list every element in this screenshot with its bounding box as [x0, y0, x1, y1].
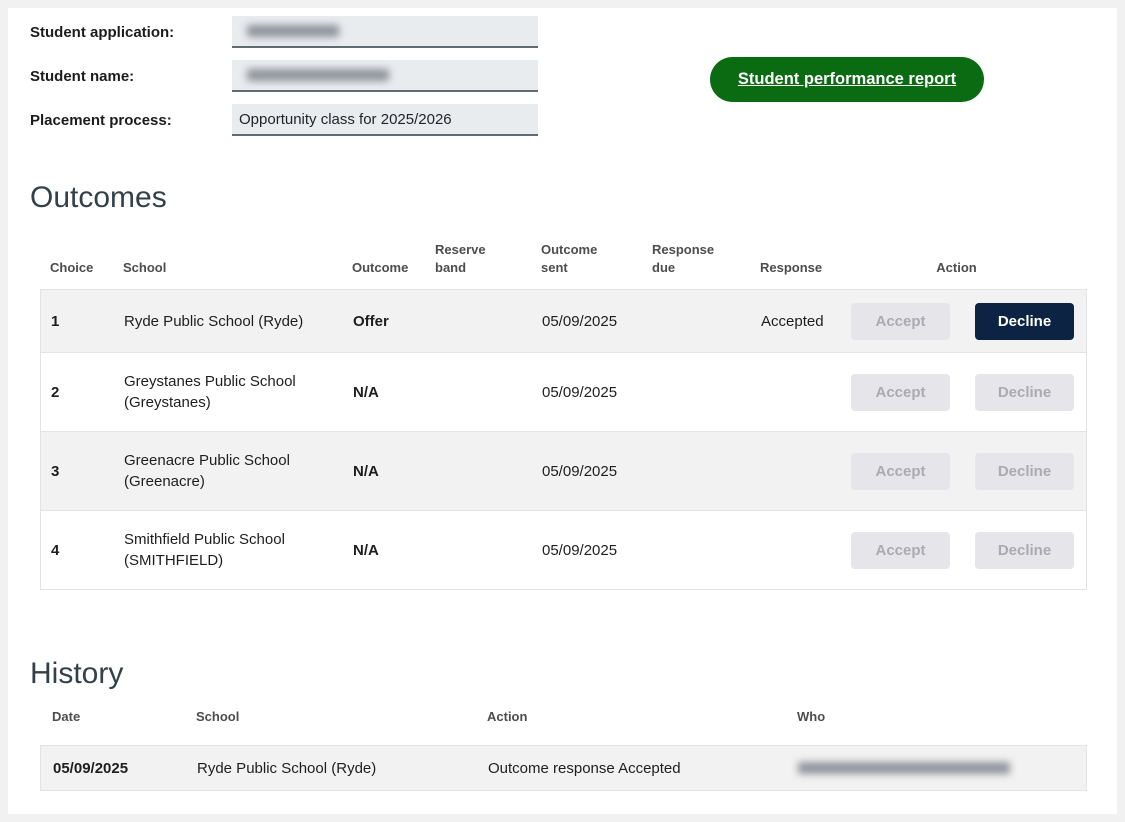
action-cell: Accept Decline	[841, 374, 1086, 411]
choice-cell: 4	[41, 530, 114, 571]
outcome-cell: N/A	[343, 451, 426, 492]
who-cell	[786, 750, 1086, 786]
school-cell: Ryde Public School (Ryde)	[114, 301, 343, 342]
decline-button[interactable]: Decline	[975, 303, 1074, 340]
col-header-response: Response	[750, 259, 840, 277]
response-cell: Accepted	[751, 301, 841, 342]
action-cell: Accept Decline	[841, 453, 1086, 490]
col-header-response-due: Response due	[642, 241, 750, 277]
history-title: History	[30, 656, 1117, 691]
school-cell: Greenacre Public School (Greenacre)	[114, 440, 343, 502]
accept-button[interactable]: Accept	[851, 303, 950, 340]
who-redacted-value	[798, 762, 1010, 774]
student-name-redacted-value	[247, 69, 389, 81]
school-cell: Ryde Public School (Ryde)	[185, 748, 476, 789]
col-header-action: Action	[840, 259, 1087, 277]
outcome-sent-cell: 05/09/2025	[532, 530, 643, 571]
student-application-redacted-value	[247, 25, 339, 37]
col-header-school: School	[184, 709, 475, 724]
placement-process-field[interactable]: Opportunity class for 2025/2026	[232, 104, 538, 136]
reserve-band-cell	[426, 311, 532, 331]
placement-outcome-page: Student application: Student name: Place…	[0, 0, 1125, 822]
school-cell: Smithfield Public School (SMITHFIELD)	[114, 519, 343, 581]
outcome-row-1: 1 Ryde Public School (Ryde) Offer 05/09/…	[41, 290, 1086, 352]
outcomes-table-body: 1 Ryde Public School (Ryde) Offer 05/09/…	[40, 289, 1087, 590]
action-cell: Accept Decline	[841, 532, 1086, 569]
action-cell: Outcome response Accepted	[476, 748, 786, 789]
outcome-row-3: 3 Greenacre Public School (Greenacre) N/…	[41, 431, 1086, 510]
col-header-reserve-band: Reserve band	[425, 241, 531, 277]
placement-process-value: Opportunity class for 2025/2026	[239, 111, 452, 128]
history-table: Date School Action Who 05/09/2025 Ryde P…	[40, 709, 1087, 791]
accept-button[interactable]: Accept	[851, 374, 950, 411]
outcomes-table-header: Choice School Outcome Reserve band Outco…	[40, 241, 1087, 289]
placement-process-label: Placement process:	[30, 112, 232, 129]
student-name-field[interactable]	[232, 60, 538, 92]
response-due-cell	[643, 382, 751, 402]
col-header-outcome: Outcome	[342, 259, 425, 277]
outcome-sent-cell: 05/09/2025	[532, 451, 643, 492]
response-due-cell	[643, 461, 751, 481]
decline-button[interactable]: Decline	[975, 453, 1074, 490]
reserve-band-cell	[426, 382, 532, 402]
student-application-label: Student application:	[30, 24, 232, 41]
student-application-row: Student application:	[30, 16, 1117, 48]
school-cell: Greystanes Public School (Greystanes)	[114, 361, 343, 423]
outcome-cell: Offer	[343, 301, 426, 342]
date-cell: 05/09/2025	[41, 748, 185, 789]
accept-button[interactable]: Accept	[851, 532, 950, 569]
choice-cell: 1	[41, 301, 114, 342]
outcome-cell: N/A	[343, 372, 426, 413]
reserve-band-cell	[426, 540, 532, 560]
outcome-row-4: 4 Smithfield Public School (SMITHFIELD) …	[41, 510, 1086, 589]
student-name-label: Student name:	[30, 68, 232, 85]
response-cell	[751, 461, 841, 481]
history-row-1: 05/09/2025 Ryde Public School (Ryde) Out…	[40, 745, 1087, 791]
reserve-band-cell	[426, 461, 532, 481]
col-header-date: Date	[40, 709, 184, 724]
response-cell	[751, 540, 841, 560]
col-header-outcome-sent: Outcome sent	[531, 241, 642, 277]
action-cell: Accept Decline	[841, 303, 1086, 340]
col-header-action: Action	[475, 709, 785, 724]
decline-button[interactable]: Decline	[975, 532, 1074, 569]
outcomes-title: Outcomes	[30, 180, 1117, 215]
response-due-cell	[643, 540, 751, 560]
choice-cell: 2	[41, 372, 114, 413]
outcome-sent-cell: 05/09/2025	[532, 372, 643, 413]
response-due-cell	[643, 311, 751, 331]
outcome-cell: N/A	[343, 530, 426, 571]
decline-button[interactable]: Decline	[975, 374, 1074, 411]
choice-cell: 3	[41, 451, 114, 492]
outcomes-table: Choice School Outcome Reserve band Outco…	[40, 241, 1087, 590]
col-header-choice: Choice	[40, 259, 113, 277]
outcome-sent-cell: 05/09/2025	[532, 301, 643, 342]
col-header-school: School	[113, 259, 342, 277]
history-table-header: Date School Action Who	[40, 709, 1087, 739]
student-performance-report-button[interactable]: Student performance report	[710, 57, 984, 102]
placement-process-row: Placement process: Opportunity class for…	[30, 104, 1117, 136]
accept-button[interactable]: Accept	[851, 453, 950, 490]
student-application-field[interactable]	[232, 16, 538, 48]
outcome-row-2: 2 Greystanes Public School (Greystanes) …	[41, 352, 1086, 431]
response-cell	[751, 382, 841, 402]
col-header-who: Who	[785, 709, 1087, 724]
